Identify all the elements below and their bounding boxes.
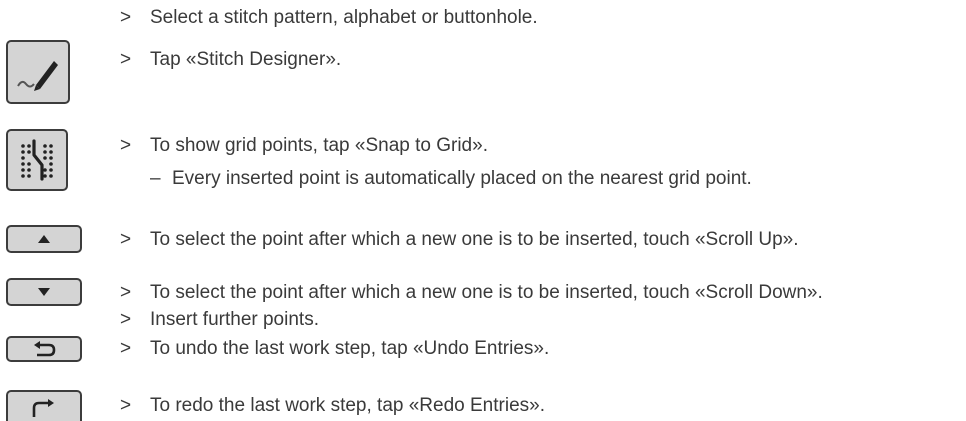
step-marker: >	[120, 229, 132, 250]
step-select-pattern: > Select a stitch pattern, alphabet or b…	[0, 6, 966, 30]
step-scroll-up: > To select the point after which a new …	[0, 228, 966, 252]
step-grid-note: – Every inserted point is automatically …	[0, 167, 966, 191]
step-text: Tap «Stitch Designer».	[150, 49, 342, 70]
step-tap-stitch-designer: > Tap «Stitch Designer».	[0, 48, 966, 72]
step-text: To redo the last work step, tap «Redo En…	[150, 395, 545, 416]
sub-step-text: Every inserted point is automatically pl…	[172, 168, 752, 189]
sub-step-marker: –	[150, 168, 161, 189]
step-marker: >	[120, 309, 132, 330]
step-snap-to-grid: > To show grid points, tap «Snap to Grid…	[0, 134, 966, 158]
step-scroll-down: > To select the point after which a new …	[0, 281, 966, 305]
step-marker: >	[120, 49, 132, 70]
step-text: To select the point after which a new on…	[150, 282, 823, 303]
step-marker: >	[120, 7, 132, 28]
step-marker: >	[120, 338, 132, 359]
step-text: To show grid points, tap «Snap to Grid».	[150, 135, 488, 156]
step-text: To select the point after which a new on…	[150, 229, 799, 250]
step-redo: > To redo the last work step, tap «Redo …	[0, 394, 966, 418]
step-insert-points: > Insert further points.	[0, 308, 966, 332]
step-marker: >	[120, 135, 132, 156]
step-marker: >	[120, 395, 132, 416]
step-text: Select a stitch pattern, alphabet or but…	[150, 7, 538, 28]
step-text: Insert further points.	[150, 309, 319, 330]
step-marker: >	[120, 282, 132, 303]
step-undo: > To undo the last work step, tap «Undo …	[0, 337, 966, 361]
step-text: To undo the last work step, tap «Undo En…	[150, 338, 550, 359]
